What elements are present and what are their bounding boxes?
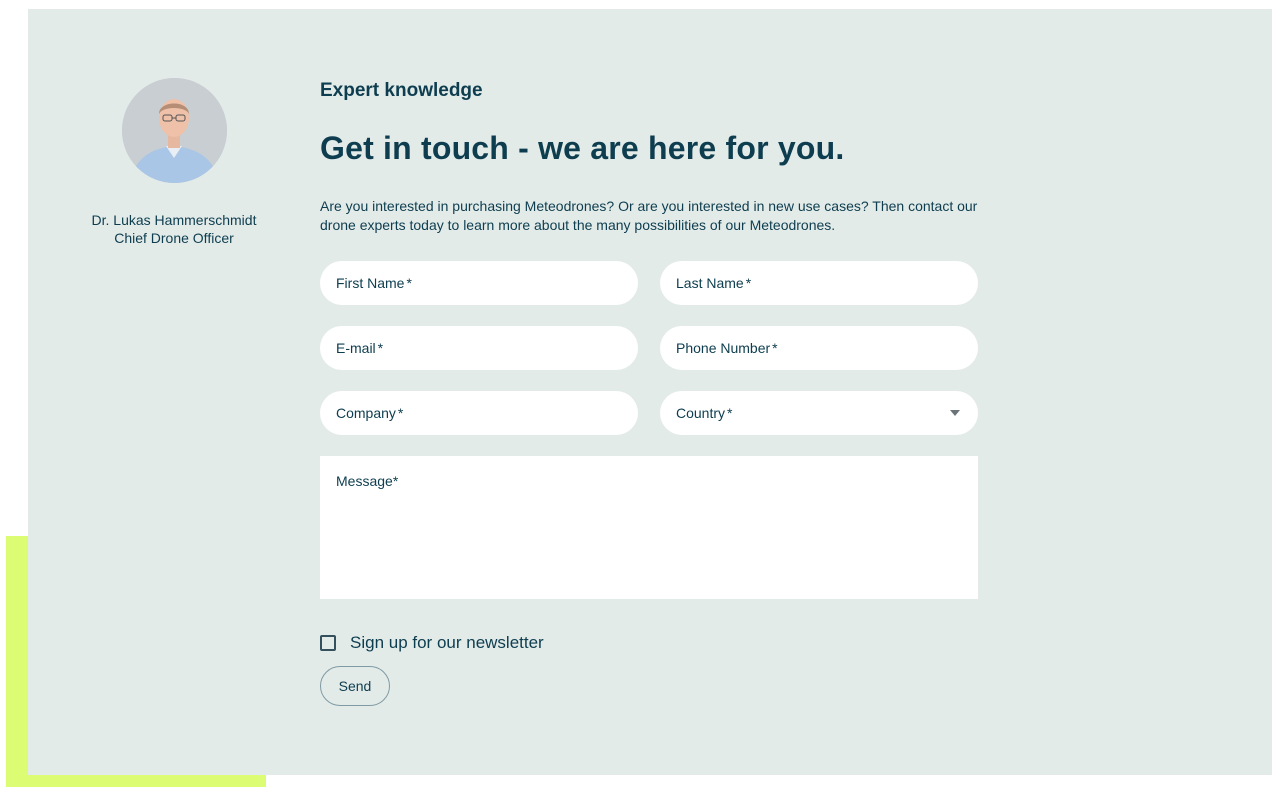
required-mark: * xyxy=(772,340,778,356)
newsletter-label: Sign up for our newsletter xyxy=(350,633,544,652)
expert-role: Chief Drone Officer xyxy=(114,230,234,246)
email-placeholder: E-mail xyxy=(336,340,376,356)
country-placeholder: Country xyxy=(676,405,726,421)
message-textarea[interactable]: Message* xyxy=(320,456,978,599)
email-field[interactable]: E-mail * xyxy=(320,326,638,370)
newsletter-checkbox[interactable] xyxy=(320,635,336,651)
required-mark: * xyxy=(392,473,399,489)
expert-avatar xyxy=(122,78,227,183)
avatar-photo-icon xyxy=(122,78,227,183)
required-mark: * xyxy=(397,405,404,421)
send-button[interactable]: Send xyxy=(320,666,390,706)
first-name-field[interactable]: First Name * xyxy=(320,261,638,305)
section-intro: Are you interested in purchasing Meteodr… xyxy=(320,198,978,233)
section-headline: Get in touch - we are here for you. xyxy=(320,130,845,166)
required-mark: * xyxy=(377,340,384,356)
expert-name: Dr. Lukas Hammerschmidt xyxy=(91,212,257,228)
first-name-placeholder: First Name xyxy=(336,275,405,291)
last-name-field[interactable]: Last Name * xyxy=(660,261,978,305)
required-mark: * xyxy=(727,405,733,421)
last-name-placeholder: Last Name xyxy=(676,275,744,291)
country-select[interactable]: Country * xyxy=(660,391,978,435)
section-eyebrow: Expert knowledge xyxy=(320,80,483,101)
message-placeholder: Message xyxy=(336,473,393,489)
phone-field[interactable]: Phone Number * xyxy=(660,326,978,370)
newsletter-option[interactable]: Sign up for our newsletter xyxy=(320,633,544,653)
required-mark: * xyxy=(745,275,752,291)
company-field[interactable]: Company * xyxy=(320,391,638,435)
required-mark: * xyxy=(406,275,412,291)
chevron-down-icon[interactable] xyxy=(950,410,960,416)
page: Dr. Lukas Hammerschmidt Chief Drone Offi… xyxy=(0,0,1272,787)
company-placeholder: Company xyxy=(336,405,396,421)
phone-placeholder: Phone Number xyxy=(676,340,771,356)
